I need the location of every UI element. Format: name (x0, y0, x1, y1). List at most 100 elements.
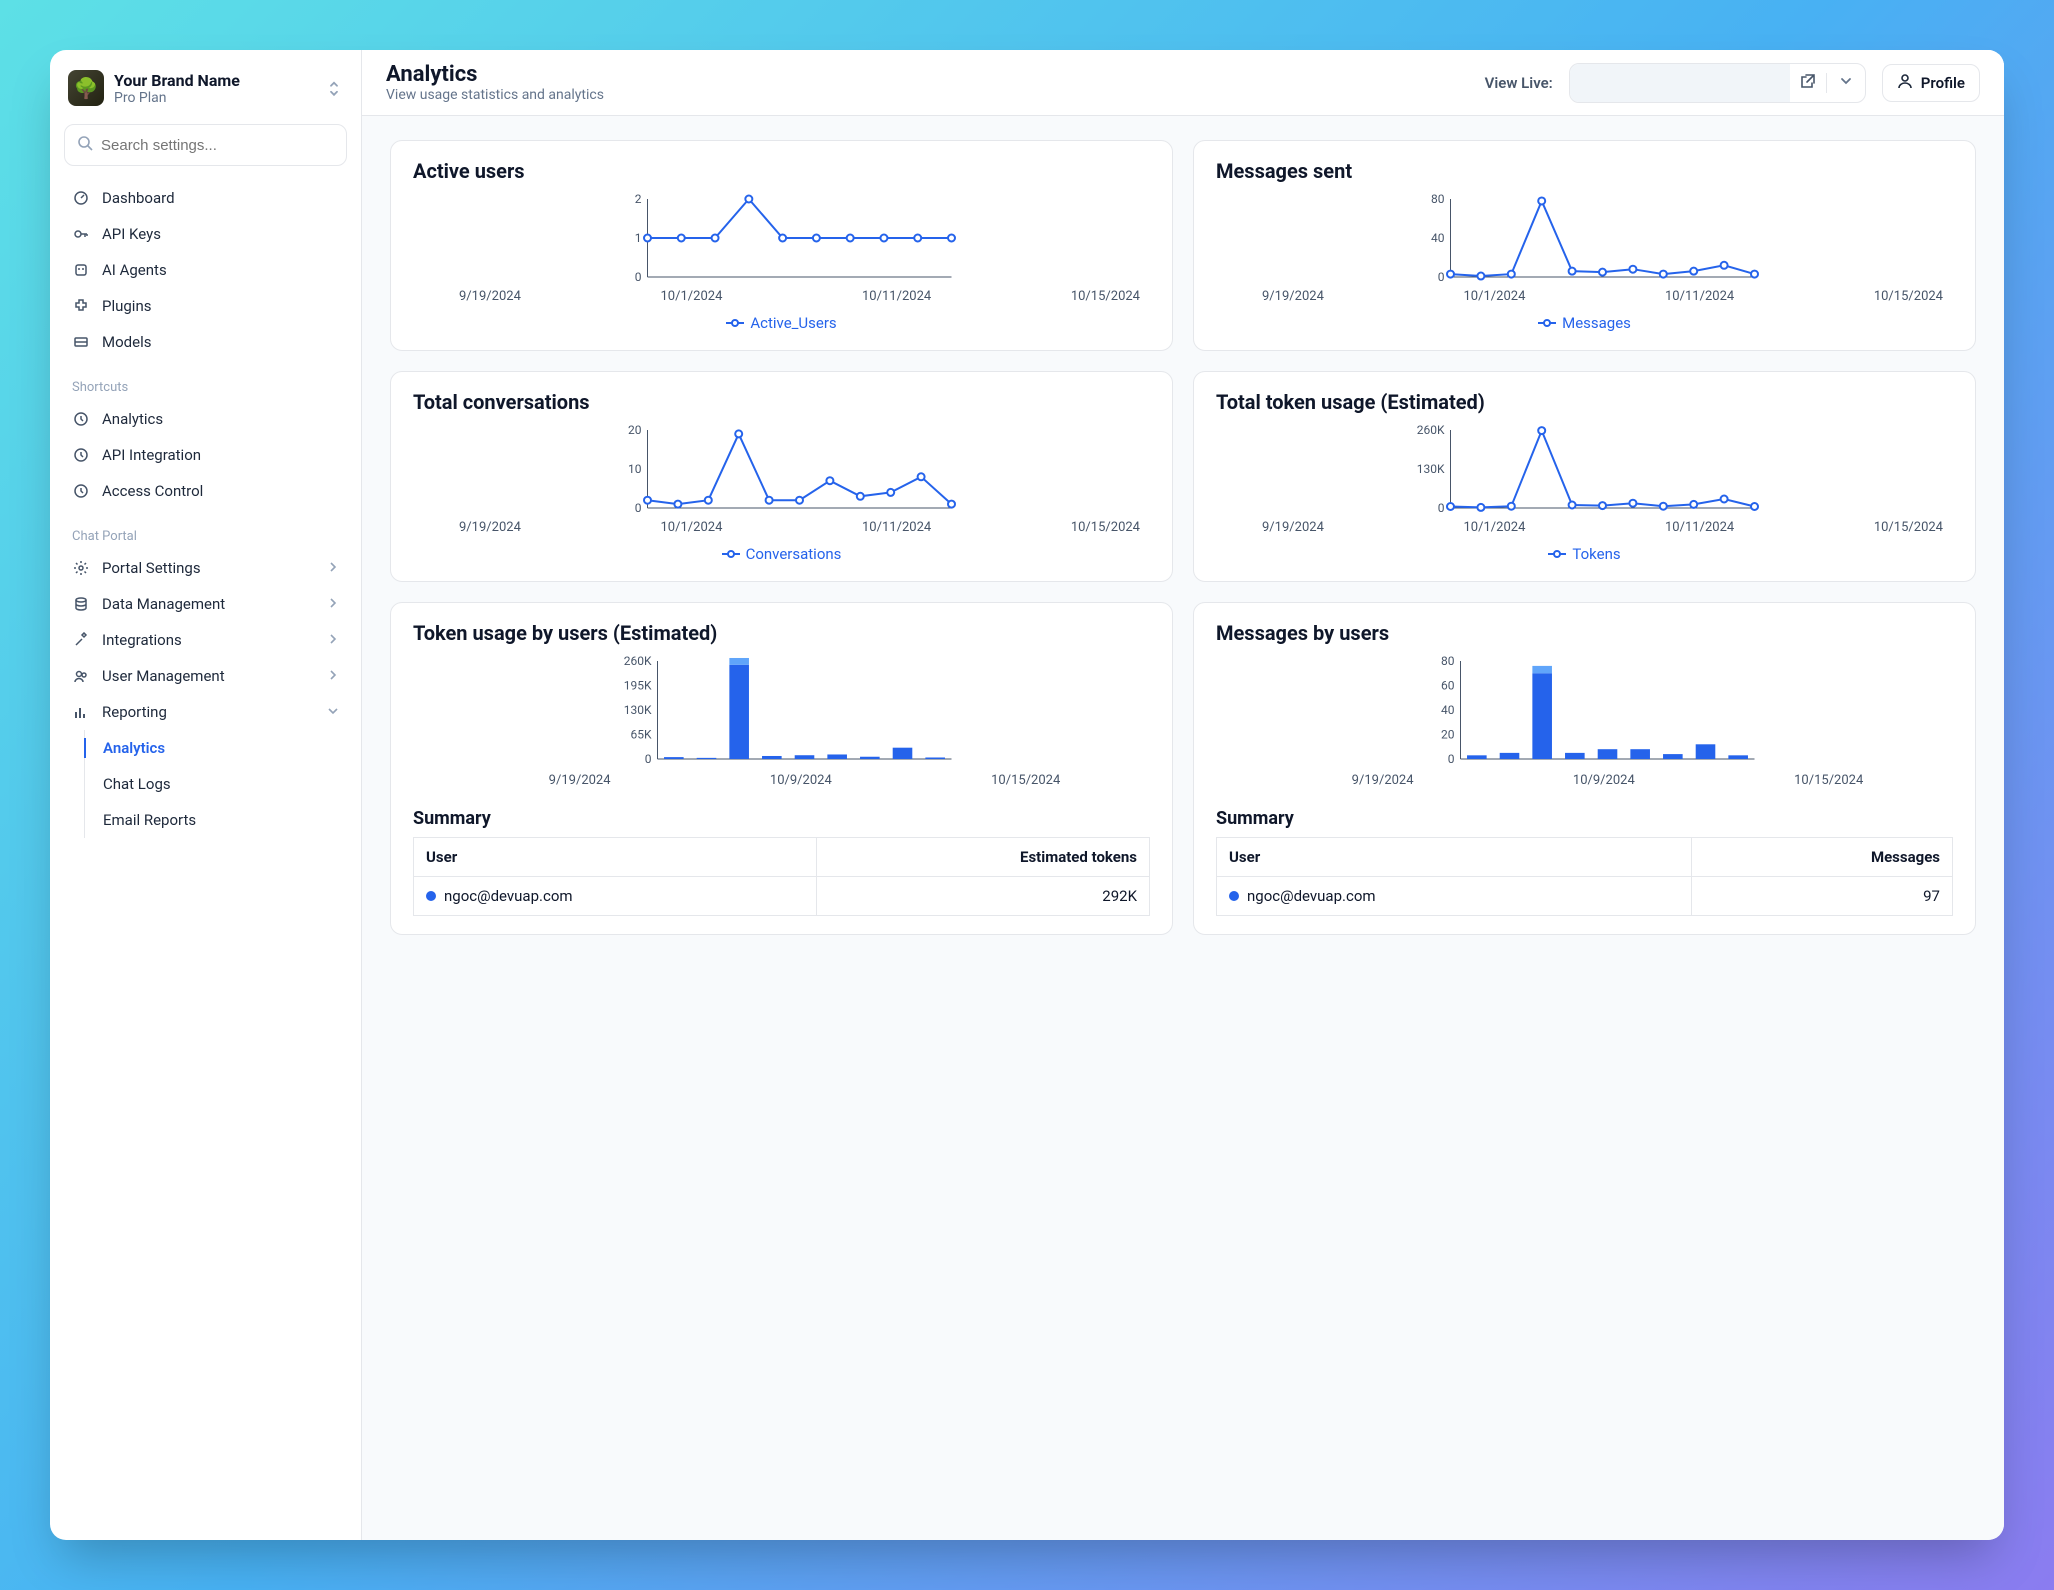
sidebar-item-label: Reporting (102, 703, 167, 721)
svg-text:0: 0 (635, 501, 642, 514)
sidebar-subitem-chat-logs[interactable]: Chat Logs (85, 766, 349, 802)
chart-tokens: 0130K260K 9/19/202410/1/202410/11/202410… (1216, 424, 1953, 535)
card-total-conversations: Total conversations 01020 9/19/202410/1/… (390, 371, 1173, 582)
chart-messages-by-user: 020406080 9/19/202410/9/202410/15/2024 (1216, 655, 1953, 788)
sidebar-item-api-keys[interactable]: API Keys (62, 216, 349, 252)
sidebar-subitem-email-reports[interactable]: Email Reports (85, 802, 349, 838)
card-title: Active users (413, 159, 1150, 183)
nav-main: Dashboard API Keys AI Agents PluginsModels (62, 180, 349, 360)
brand-logo: 🌳 (68, 70, 104, 106)
sidebar-item-label: User Management (102, 667, 225, 685)
card-title: Total token usage (Estimated) (1216, 390, 1953, 414)
svg-text:0: 0 (1438, 270, 1445, 283)
svg-text:40: 40 (1431, 231, 1445, 245)
chevron-down-icon[interactable] (1827, 73, 1865, 92)
sidebar-item-ai-agents[interactable]: AI Agents (62, 252, 349, 288)
card-active-users: Active users 012 9/19/202410/1/202410/11… (390, 140, 1173, 351)
chart-tokens-by-user: 065K130K195K260K 9/19/202410/9/202410/15… (413, 655, 1150, 788)
svg-text:0: 0 (635, 270, 642, 283)
dot-icon (426, 891, 436, 901)
sidebar-item-label: Analytics (102, 410, 163, 428)
sidebar-item-portal-settings[interactable]: Portal Settings (62, 550, 349, 586)
chevron-right-icon (327, 595, 339, 613)
svg-text:260K: 260K (624, 655, 652, 668)
th-user: User (1217, 838, 1692, 877)
page-subtitle: View usage statistics and analytics (386, 87, 604, 103)
sidebar-item-data-management[interactable]: Data Management (62, 586, 349, 622)
clock-icon (72, 446, 90, 464)
svg-text:195K: 195K (624, 679, 652, 693)
brand-switcher[interactable]: 🌳 Your Brand Name Pro Plan (62, 66, 349, 120)
legend-tokens[interactable]: Tokens (1548, 545, 1620, 563)
svg-text:0: 0 (645, 752, 652, 765)
line-marker-icon (722, 549, 740, 559)
report-icon (72, 703, 90, 721)
tools-icon (72, 631, 90, 649)
profile-button[interactable]: Profile (1882, 64, 1980, 102)
nav-heading-shortcuts: Shortcuts (62, 370, 349, 401)
models-icon (72, 333, 90, 351)
topbar: Analytics View usage statistics and anal… (362, 50, 2004, 116)
card-messages-by-user: Messages by users 020406080 9/19/202410/… (1193, 602, 1976, 935)
sidebar-item-user-management[interactable]: User Management (62, 658, 349, 694)
sidebar-item-api-integration[interactable]: API Integration (62, 437, 349, 473)
th-value: Estimated tokens (816, 838, 1149, 877)
chart-active-users: 012 9/19/202410/1/202410/11/202410/15/20… (413, 193, 1150, 304)
sidebar-item-label: Integrations (102, 631, 182, 649)
card-title: Total conversations (413, 390, 1150, 414)
agent-icon (72, 261, 90, 279)
legend-messages[interactable]: Messages (1538, 314, 1631, 332)
view-live-label: View Live: (1485, 74, 1553, 92)
sidebar-item-reporting[interactable]: Reporting (62, 694, 349, 730)
sidebar-item-label: Email Reports (103, 811, 196, 829)
sidebar-item-integrations[interactable]: Integrations (62, 622, 349, 658)
card-title: Messages sent (1216, 159, 1953, 183)
chevron-right-icon (327, 559, 339, 577)
external-link-icon[interactable] (1790, 73, 1827, 93)
card-total-tokens: Total token usage (Estimated) 0130K260K … (1193, 371, 1976, 582)
key-icon (72, 225, 90, 243)
sidebar-item-access-control[interactable]: Access Control (62, 473, 349, 509)
users-icon (72, 667, 90, 685)
search-input[interactable] (101, 137, 334, 154)
svg-text:10: 10 (628, 462, 642, 476)
svg-text:80: 80 (1431, 193, 1445, 206)
svg-text:130K: 130K (1417, 462, 1445, 476)
brand-plan: Pro Plan (114, 90, 240, 106)
sidebar-item-plugins[interactable]: Plugins (62, 288, 349, 324)
sidebar-item-label: AI Agents (102, 261, 167, 279)
legend-conversations[interactable]: Conversations (722, 545, 842, 563)
legend-active-users[interactable]: Active_Users (726, 314, 836, 332)
sidebar-item-label: Access Control (102, 482, 203, 500)
chart-conversations: 01020 9/19/202410/1/202410/11/202410/15/… (413, 424, 1150, 535)
sidebar-item-label: API Keys (102, 225, 161, 243)
card-title: Token usage by users (Estimated) (413, 621, 1150, 645)
sidebar-item-label: Dashboard (102, 189, 175, 207)
sidebar-item-dashboard[interactable]: Dashboard (62, 180, 349, 216)
svg-text:260K: 260K (1417, 424, 1445, 437)
search-icon (77, 135, 93, 155)
updown-icon[interactable] (327, 80, 341, 102)
sidebar-item-label: API Integration (102, 446, 201, 464)
svg-text:20: 20 (1441, 728, 1455, 742)
card-tokens-by-user: Token usage by users (Estimated) 065K130… (390, 602, 1173, 935)
chevron-right-icon (327, 667, 339, 685)
sidebar-subitem-analytics[interactable]: Analytics (85, 730, 349, 766)
summary-heading: Summary (1216, 808, 1953, 829)
svg-text:0: 0 (1438, 501, 1445, 514)
th-user: User (414, 838, 817, 877)
search-input-wrap[interactable] (64, 124, 347, 166)
clock-icon (72, 482, 90, 500)
svg-text:1: 1 (635, 231, 642, 245)
app-window: 🌳 Your Brand Name Pro Plan Dashboard API … (50, 50, 2004, 1540)
user-icon (1897, 73, 1913, 93)
page-title: Analytics (386, 62, 604, 87)
svg-text:0: 0 (1448, 752, 1455, 765)
content-scroll[interactable]: Active users 012 9/19/202410/1/202410/11… (362, 116, 2004, 1540)
line-marker-icon (726, 318, 744, 328)
profile-label: Profile (1921, 74, 1965, 92)
sidebar-item-analytics[interactable]: Analytics (62, 401, 349, 437)
sidebar-item-models[interactable]: Models (62, 324, 349, 360)
clock-icon (72, 410, 90, 428)
view-live-selector[interactable] (1569, 63, 1866, 103)
